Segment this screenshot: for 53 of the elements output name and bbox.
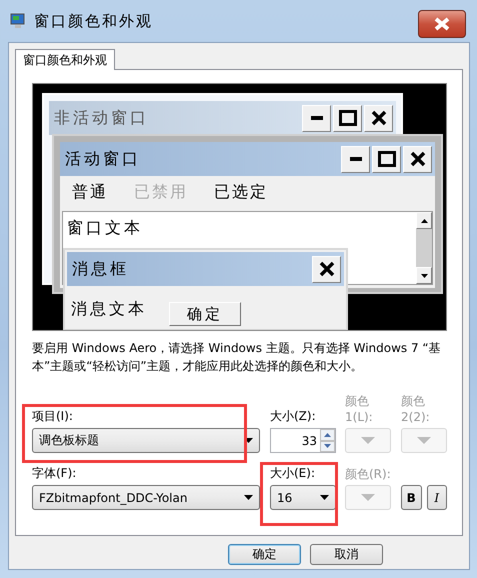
window-title: 窗口颜色和外观 [34,12,153,30]
window-title: 非活动窗口 [54,108,150,128]
window-title: 消息框 [72,258,130,280]
minimize-icon [310,116,322,120]
maximize-icon [338,110,356,126]
dropdown-arrow-icon [244,495,253,500]
field-label: 颜色 1(L): [345,393,374,426]
spin-up-button[interactable] [320,429,335,440]
scrollbar[interactable] [416,212,432,284]
monitor-icon [10,13,26,29]
down-arrow-icon [324,444,331,448]
close-icon [318,261,334,277]
scroll-up-button[interactable] [416,212,432,229]
bold-button[interactable]: B [401,485,422,510]
up-arrow-icon [420,218,428,222]
font-dropdown[interactable]: FZbitmapfont_DDC-Yolan [32,485,260,510]
dropdown-arrow-icon [361,494,375,501]
up-arrow-icon [324,432,331,437]
field-label: 字体(F): [32,465,78,482]
minimize-icon [350,157,362,161]
maximize-button[interactable] [372,146,401,172]
dropdown-arrow-icon [417,437,431,444]
dropdown-arrow-icon [320,495,329,500]
field-label: 项目(I): [32,408,74,425]
dialog-button[interactable]: 确定 [228,544,301,565]
dialog-button[interactable]: 取消 [310,544,383,565]
field-label: 大小(E): [270,465,316,482]
window-text: 窗口文本 [67,218,143,239]
close-icon [370,110,386,126]
maximize-icon [378,151,396,167]
info-text: 要启用 Windows Aero，请选择 Windows 主题。只有选择 Windows 7 “基本”主题或“轻松访问”主题，才能应用此处选择的颜色和大小。 [32,340,442,375]
ok-button[interactable]: 确定 [169,302,241,326]
close-icon [433,17,451,31]
close-icon [410,151,426,167]
down-arrow-icon [420,274,428,278]
menu-item[interactable]: 普通 [72,182,108,203]
field-label: 大小(Z): [270,408,317,425]
spin-down-button[interactable] [320,440,335,452]
size-spinner[interactable]: 33 [270,428,336,453]
window-title: 活动窗口 [65,148,142,170]
dropdown-arrow-icon [244,438,253,443]
item-dropdown[interactable]: 调色板标题 [32,428,260,453]
tab[interactable]: 窗口颜色和外观 [15,49,115,70]
scroll-down-button[interactable] [416,267,432,284]
italic-button[interactable]: I [426,485,447,510]
menu-item[interactable]: 已选定 [214,182,268,203]
field-label: 颜色 2(2): [401,393,431,426]
font-size-dropdown[interactable]: 16 [270,485,336,510]
minimize-button[interactable] [341,146,370,172]
message-text: 消息文本 [71,298,147,320]
close-button[interactable] [418,10,466,38]
field-label: 颜色(R): [345,466,391,483]
dropdown-arrow-icon [361,437,375,444]
